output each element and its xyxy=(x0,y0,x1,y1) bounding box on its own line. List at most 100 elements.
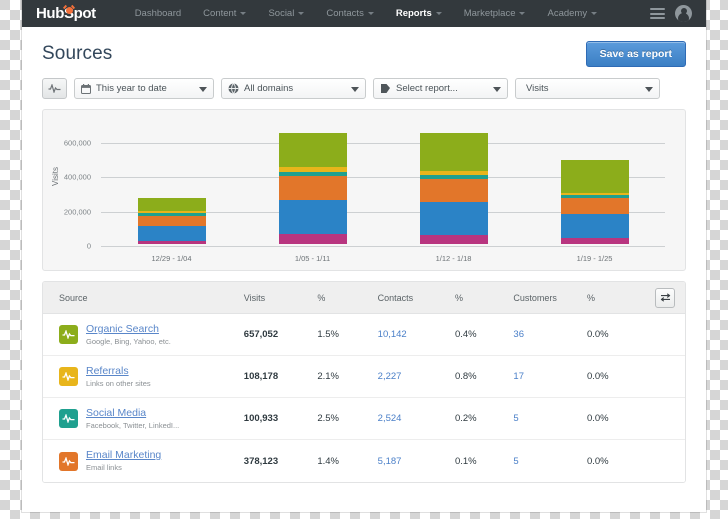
sources-table: Source Visits % Contacts % Customers % O… xyxy=(42,281,686,483)
cell-visits: 378,123 xyxy=(244,456,318,467)
cell-source: Social MediaFacebook, Twitter, LinkedI..… xyxy=(43,407,244,431)
table-row[interactable]: Email MarketingEmail links378,1231.4%5,1… xyxy=(43,440,685,482)
hubspot-logo[interactable]: HubSpot xyxy=(32,5,96,22)
chart-bar[interactable] xyxy=(138,198,206,244)
source-link[interactable]: Email Marketing xyxy=(86,449,161,461)
chart-x-tick: 1/19 - 1/25 xyxy=(577,254,613,263)
cell-customers[interactable]: 36 xyxy=(513,329,587,340)
nav-item-reports[interactable]: Reports xyxy=(385,0,453,27)
chart-bar-segment[interactable] xyxy=(561,160,629,193)
nav-item-content[interactable]: Content xyxy=(192,0,257,27)
col-contacts-pct[interactable]: % xyxy=(455,293,513,303)
chart-bar-segment[interactable] xyxy=(279,234,347,244)
col-source[interactable]: Source xyxy=(43,293,244,303)
top-navigation-bar: HubSpot DashboardContentSocialContactsRe… xyxy=(22,0,706,27)
chart-bar-segment[interactable] xyxy=(561,238,629,244)
chart-bar-segment[interactable] xyxy=(279,200,347,233)
cell-contacts[interactable]: 5,187 xyxy=(378,456,455,467)
source-link[interactable]: Organic Search xyxy=(86,323,159,335)
chart-bar-segment[interactable] xyxy=(138,216,206,226)
cell-customers[interactable]: 5 xyxy=(513,456,587,467)
col-visits[interactable]: Visits xyxy=(244,293,318,303)
save-as-report-button[interactable]: Save as report xyxy=(586,41,686,67)
chevron-down-icon xyxy=(368,12,374,15)
chart-bar-segment[interactable] xyxy=(420,179,488,202)
page-body: Sources Save as report This year to date xyxy=(22,27,706,483)
pulse-icon xyxy=(62,457,75,466)
swap-arrows-icon xyxy=(660,293,671,302)
pulse-icon xyxy=(62,414,75,423)
nav-item-marketplace[interactable]: Marketplace xyxy=(453,0,537,27)
col-actions xyxy=(645,288,685,308)
table-header-row: Source Visits % Contacts % Customers % xyxy=(43,282,685,314)
chevron-down-icon xyxy=(298,12,304,15)
chevron-down-icon xyxy=(493,87,501,92)
table-row[interactable]: ReferralsLinks on other sites 108,1782.1%… xyxy=(43,356,685,398)
chart-gridline xyxy=(101,246,665,247)
cell-contacts-pct: 0.1% xyxy=(455,456,513,467)
source-subtitle: Google, Bing, Yahoo, etc. xyxy=(86,336,171,347)
nav-item-label: Marketplace xyxy=(464,0,516,27)
globe-icon xyxy=(228,83,239,94)
chevron-down-icon xyxy=(645,87,653,92)
cell-contacts-pct: 0.8% xyxy=(455,371,513,382)
chart-bar-segment[interactable] xyxy=(420,133,488,172)
nav-right-tools xyxy=(650,5,696,22)
chart-bar-segment[interactable] xyxy=(420,235,488,244)
date-range-select[interactable]: This year to date xyxy=(74,78,214,99)
chart-x-tick: 1/12 - 1/18 xyxy=(436,254,472,263)
chart-bar-segment[interactable] xyxy=(138,198,206,211)
metric-select[interactable]: Visits xyxy=(515,78,660,99)
filter-bar: This year to date All domains Select rep… xyxy=(42,78,686,99)
chart-bar[interactable] xyxy=(420,133,488,244)
nav-item-social[interactable]: Social xyxy=(257,0,315,27)
nav-item-contacts[interactable]: Contacts xyxy=(315,0,385,27)
chart-bar-segment[interactable] xyxy=(138,241,206,244)
chart-bar-segment[interactable] xyxy=(279,133,347,167)
col-visits-pct[interactable]: % xyxy=(317,293,377,303)
source-text-block: ReferralsLinks on other sites xyxy=(86,365,151,389)
chart-bar-segment[interactable] xyxy=(279,176,347,200)
chart-bar[interactable] xyxy=(561,160,629,244)
table-row[interactable]: Organic SearchGoogle, Bing, Yahoo, etc.6… xyxy=(43,314,685,356)
chart-bar-segment[interactable] xyxy=(561,214,629,238)
cell-contacts[interactable]: 2,524 xyxy=(378,413,455,424)
cell-visits: 100,933 xyxy=(244,413,318,424)
swap-columns-button[interactable] xyxy=(655,288,675,308)
nav-item-academy[interactable]: Academy xyxy=(536,0,608,27)
cell-visits: 108,178 xyxy=(244,371,318,382)
domain-select[interactable]: All domains xyxy=(221,78,366,99)
activity-pulse-button[interactable] xyxy=(42,78,67,99)
col-customers-pct[interactable]: % xyxy=(587,293,645,303)
cell-contacts[interactable]: 2,227 xyxy=(378,371,455,382)
report-select[interactable]: Select report... xyxy=(373,78,508,99)
chart-bar-segment[interactable] xyxy=(138,226,206,241)
chart-bar-segment[interactable] xyxy=(561,198,629,214)
cell-customers[interactable]: 5 xyxy=(513,413,587,424)
cell-contacts[interactable]: 10,142 xyxy=(378,329,455,340)
source-type-icon xyxy=(59,367,78,386)
cell-customers[interactable]: 17 xyxy=(513,371,587,382)
source-link[interactable]: Referrals xyxy=(86,365,129,377)
nav-item-dashboard[interactable]: Dashboard xyxy=(124,0,192,27)
chart-bar-segment[interactable] xyxy=(420,202,488,236)
pulse-icon xyxy=(62,330,75,339)
source-link[interactable]: Social Media xyxy=(86,407,146,419)
chart-bar[interactable] xyxy=(279,133,347,244)
col-customers[interactable]: Customers xyxy=(513,293,587,303)
pulse-icon xyxy=(62,372,75,381)
cell-visits-pct: 2.1% xyxy=(317,371,377,382)
user-avatar-icon[interactable] xyxy=(675,5,692,22)
cell-contacts-pct: 0.4% xyxy=(455,329,513,340)
table-row[interactable]: Social MediaFacebook, Twitter, LinkedI..… xyxy=(43,398,685,440)
chevron-down-icon xyxy=(519,12,525,15)
chevron-down-icon xyxy=(591,12,597,15)
chart-x-tick: 12/29 - 1/04 xyxy=(151,254,191,263)
source-type-icon xyxy=(59,452,78,471)
source-subtitle: Email links xyxy=(86,462,161,473)
hamburger-icon[interactable] xyxy=(650,6,665,22)
stacked-bar-chart[interactable]: Visits 0200,000400,000600,00012/29 - 1/0… xyxy=(43,110,685,270)
cell-customers-pct: 0.0% xyxy=(587,413,645,424)
col-contacts[interactable]: Contacts xyxy=(378,293,455,303)
report-value: Select report... xyxy=(396,83,458,94)
